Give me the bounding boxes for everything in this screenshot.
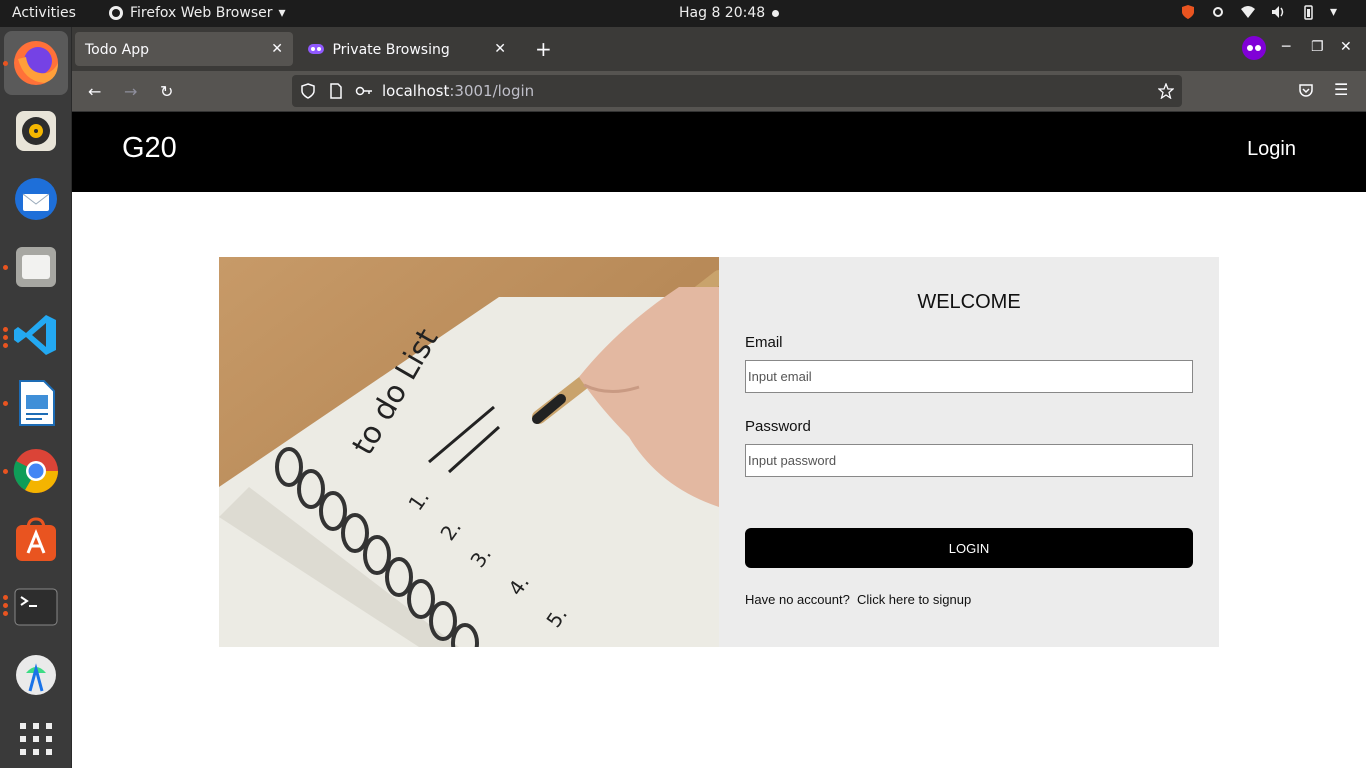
app-store-icon <box>16 517 56 561</box>
private-browsing-icon <box>1242 36 1266 64</box>
code-editor-icon <box>14 315 56 355</box>
signup-link[interactable]: Click here to signup <box>857 592 971 607</box>
forward-icon[interactable]: → <box>124 82 137 101</box>
dock-vscode[interactable] <box>12 311 60 359</box>
document-icon <box>19 380 55 426</box>
login-form: WELCOME Email Password LOGIN Have no acc… <box>719 257 1219 647</box>
dock-software-center[interactable] <box>12 515 60 563</box>
todo-list-hero-image: to do List 1. 2. 3. 4. 5. <box>219 257 719 647</box>
web-page: G20 Login to do List 1. 2. 3. 4. 5. WELC… <box>72 112 1366 768</box>
login-card: to do List 1. 2. 3. 4. 5. WELCOME Email … <box>219 257 1219 647</box>
running-indicator <box>3 401 8 406</box>
page-info-icon[interactable] <box>329 83 343 99</box>
tab-bar: Todo App ✕ Private Browsing ✕ + ─ ❐ ✕ <box>72 27 1366 71</box>
site-header: G20 Login <box>72 112 1366 192</box>
new-tab-button[interactable]: + <box>535 37 552 61</box>
dock-firefox[interactable] <box>4 31 68 95</box>
system-top-bar: Activities Firefox Web Browser ▾ Hag 8 2… <box>0 0 1366 27</box>
email-input[interactable] <box>745 360 1193 393</box>
restore-icon[interactable]: ❐ <box>1311 39 1324 55</box>
running-indicator <box>3 335 8 340</box>
dock-thunderbird[interactable] <box>12 175 60 223</box>
dock-libreoffice-writer[interactable] <box>12 379 60 427</box>
tab-title: Private Browsing <box>332 42 450 58</box>
speaker-icon <box>16 111 56 151</box>
show-applications-button[interactable] <box>12 715 60 763</box>
running-indicator <box>3 61 8 66</box>
running-indicator <box>3 603 8 608</box>
signup-line: Have no account? Click here to signup <box>745 592 971 607</box>
close-icon[interactable]: ✕ <box>494 41 506 57</box>
bookmark-star-icon[interactable] <box>1158 83 1174 99</box>
brightness-icon <box>1210 4 1226 20</box>
form-title: WELCOME <box>917 291 1021 313</box>
hero-illustration: to do List 1. 2. 3. 4. 5. <box>219 257 719 647</box>
password-input[interactable] <box>745 444 1193 477</box>
system-tray[interactable]: ▾ <box>1180 4 1346 20</box>
close-window-icon[interactable]: ✕ <box>1340 39 1352 55</box>
running-indicator <box>3 327 8 332</box>
hamburger-menu-icon[interactable]: ☰ <box>1334 80 1348 99</box>
running-indicator <box>3 595 8 600</box>
reload-icon[interactable]: ↻ <box>160 82 173 101</box>
dock-files[interactable] <box>12 243 60 291</box>
nav-login-link[interactable]: Login <box>1247 138 1296 161</box>
login-button[interactable]: LOGIN <box>745 528 1193 568</box>
dock-rhythmbox[interactable] <box>12 107 60 155</box>
ubuntu-dock <box>0 27 72 768</box>
dock-terminal[interactable] <box>12 583 60 631</box>
tab-todo-app[interactable]: Todo App ✕ <box>75 32 293 66</box>
dock-android-studio[interactable] <box>12 651 60 699</box>
firefox-window: Todo App ✕ Private Browsing ✕ + ─ ❐ ✕ ← … <box>72 27 1366 768</box>
app-menu[interactable]: Firefox Web Browser ▾ <box>108 5 286 21</box>
key-icon[interactable] <box>355 83 373 99</box>
mail-icon <box>15 178 57 220</box>
email-label: Email <box>745 334 783 351</box>
firefox-icon <box>109 6 123 20</box>
notification-dot-icon <box>772 10 779 17</box>
minimize-icon[interactable]: ─ <box>1282 39 1290 55</box>
running-indicator <box>3 343 8 348</box>
private-mask-icon <box>308 44 324 54</box>
power-menu-icon: ▾ <box>1330 4 1338 20</box>
tab-private-browsing[interactable]: Private Browsing ✕ <box>298 32 516 66</box>
volume-icon <box>1270 4 1286 20</box>
running-indicator <box>3 611 8 616</box>
chevron-down-icon: ▾ <box>278 5 286 21</box>
dock-chrome[interactable] <box>12 447 60 495</box>
close-icon[interactable]: ✕ <box>271 41 283 57</box>
site-brand[interactable]: G20 <box>122 132 177 165</box>
back-icon[interactable]: ← <box>88 82 101 101</box>
firefox-icon <box>14 41 58 85</box>
navigation-toolbar: ← → ↻ localhost:3001/login ☰ <box>72 71 1366 112</box>
running-indicator <box>3 469 8 474</box>
folder-icon <box>16 247 56 287</box>
terminal-icon <box>14 588 58 626</box>
battery-icon <box>1300 4 1316 20</box>
address-bar[interactable]: localhost:3001/login <box>292 75 1182 107</box>
url-path: :3001/login <box>449 82 535 100</box>
tracking-shield-icon[interactable] <box>300 83 316 99</box>
activities-button[interactable]: Activities <box>12 5 76 21</box>
android-studio-icon <box>16 655 56 695</box>
tab-title: Todo App <box>85 42 149 58</box>
signup-prompt: Have no account? <box>745 592 850 607</box>
url-host: localhost <box>382 82 450 100</box>
wifi-icon <box>1240 4 1256 20</box>
password-label: Password <box>745 418 811 435</box>
app-menu-label: Firefox Web Browser <box>130 5 273 21</box>
pocket-icon[interactable] <box>1298 83 1314 99</box>
clock[interactable]: Hag 8 20:48 <box>679 5 765 21</box>
app-grid-icon <box>20 723 52 755</box>
chrome-icon <box>13 449 58 493</box>
running-indicator <box>3 265 8 270</box>
shield-icon <box>1180 4 1196 20</box>
